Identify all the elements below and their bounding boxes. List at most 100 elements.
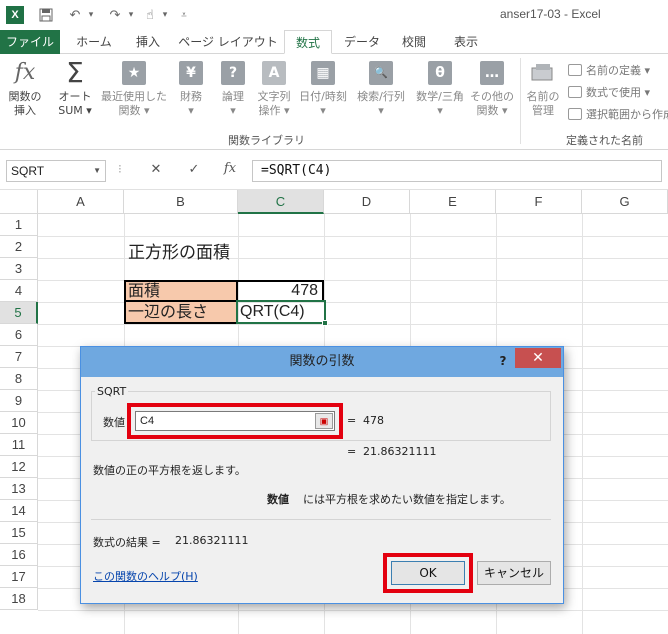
row-header-4[interactable]: 4 bbox=[0, 280, 38, 302]
dialog-title[interactable]: 関数の引数 bbox=[81, 347, 563, 377]
cell-b2-title[interactable]: 正方形の面積 bbox=[128, 238, 230, 263]
insert-function-button[interactable]: fx 関数の 挿入 bbox=[4, 58, 46, 118]
function-help-link[interactable]: この関数のヘルプ(H) bbox=[93, 568, 198, 584]
row-header-1[interactable]: 1 bbox=[0, 214, 38, 236]
fill-handle[interactable] bbox=[322, 320, 328, 326]
tab-home[interactable]: ホーム bbox=[66, 30, 122, 54]
touch-mode-icon[interactable]: ☝ bbox=[142, 5, 158, 25]
redo-icon[interactable]: ↷ bbox=[106, 5, 124, 25]
use-in-formula-button[interactable]: 数式で使用 ▾ bbox=[568, 84, 650, 100]
result-value: 21.86321111 bbox=[363, 445, 437, 458]
tag-icon bbox=[568, 64, 582, 76]
recent-label-2: 関数 ▾ bbox=[118, 104, 150, 117]
row-header-7[interactable]: 7 bbox=[0, 346, 38, 368]
star-glyph: ★ bbox=[122, 61, 146, 85]
row-header-15[interactable]: 15 bbox=[0, 522, 38, 544]
row-header-9[interactable]: 9 bbox=[0, 390, 38, 412]
coins-glyph: ¥ bbox=[179, 61, 203, 85]
math-trig-button[interactable]: θ 数学/三角 ▾ bbox=[412, 58, 468, 118]
question-glyph: ? bbox=[221, 61, 245, 85]
name-box[interactable]: SQRT ▼ bbox=[6, 160, 106, 182]
row-header-12[interactable]: 12 bbox=[0, 456, 38, 478]
lookup-button[interactable]: 🔍 検索/行列 ▾ bbox=[352, 58, 410, 118]
tab-view[interactable]: 表示 bbox=[444, 30, 488, 54]
column-header-d[interactable]: D bbox=[324, 190, 410, 214]
column-header-a[interactable]: A bbox=[38, 190, 124, 214]
column-header-f[interactable]: F bbox=[496, 190, 582, 214]
datetime-button[interactable]: ▦ 日付/時刻 ▾ bbox=[296, 58, 350, 118]
argument-equals: = bbox=[347, 414, 357, 427]
tab-page-layout[interactable]: ページ レイアウト bbox=[176, 30, 280, 54]
row-header-11[interactable]: 11 bbox=[0, 434, 38, 456]
cancel-button[interactable]: キャンセル bbox=[477, 561, 551, 585]
row-header-5[interactable]: 5 bbox=[0, 302, 38, 324]
theta-glyph: θ bbox=[428, 61, 452, 85]
tab-data[interactable]: データ bbox=[336, 30, 388, 54]
save-icon[interactable] bbox=[36, 5, 56, 25]
calendar-icon: ▦ bbox=[307, 58, 339, 88]
text-functions-button[interactable]: A 文字列 操作 ▾ bbox=[254, 58, 294, 118]
ribbon-tabs: ファイル ホーム 挿入 ページ レイアウト 数式 データ 校閲 表示 bbox=[0, 30, 668, 54]
column-header-g[interactable]: G bbox=[582, 190, 668, 214]
create-from-selection-label: 選択範囲から作成 bbox=[586, 108, 668, 121]
autosum-label-1: オート bbox=[58, 90, 92, 103]
formula-result-label: 数式の結果 = bbox=[93, 536, 161, 549]
row-header-14[interactable]: 14 bbox=[0, 500, 38, 522]
chevron-down-icon[interactable]: ▼ bbox=[93, 161, 101, 181]
calendar-glyph: ▦ bbox=[311, 61, 335, 85]
row-header-17[interactable]: 17 bbox=[0, 566, 38, 588]
row-header-13[interactable]: 13 bbox=[0, 478, 38, 500]
cell-c5-active[interactable]: QRT(C4) bbox=[236, 300, 326, 324]
title-bar: X ↶ ▾ ↷ ▾ ☝ ▾ ⩡ anser17-03 - Excel bbox=[0, 0, 668, 30]
more-functions-button[interactable]: … その他の 関数 ▾ bbox=[470, 58, 514, 118]
help-icon[interactable]: ? bbox=[493, 347, 513, 377]
window-title: anser17-03 - Excel bbox=[500, 7, 601, 21]
name-manager-button[interactable]: 名前の 管理 bbox=[522, 58, 564, 118]
cell-b5-label[interactable]: 一辺の長さ bbox=[124, 300, 238, 324]
row-header-3[interactable]: 3 bbox=[0, 258, 38, 280]
row-header-18[interactable]: 18 bbox=[0, 588, 38, 610]
argument-label: 数値 bbox=[103, 416, 125, 429]
define-name-button[interactable]: 名前の定義 ▾ bbox=[568, 62, 650, 78]
tab-file[interactable]: ファイル bbox=[0, 30, 60, 54]
insert-function-fx-button[interactable]: fx bbox=[220, 161, 240, 179]
cell-b4-label[interactable]: 面積 bbox=[124, 280, 238, 302]
create-from-selection-button[interactable]: 選択範囲から作成 bbox=[568, 106, 668, 122]
touch-dropdown-icon[interactable]: ▾ bbox=[160, 5, 170, 25]
column-header-e[interactable]: E bbox=[410, 190, 496, 214]
column-header-c[interactable]: C bbox=[238, 190, 324, 214]
autosum-button[interactable]: Σ オート SUM ▾ bbox=[54, 58, 96, 118]
undo-dropdown-icon[interactable]: ▾ bbox=[86, 5, 96, 25]
cancel-entry-button[interactable]: ✕ bbox=[146, 162, 166, 180]
tab-formulas[interactable]: 数式 bbox=[284, 30, 332, 54]
row-header-8[interactable]: 8 bbox=[0, 368, 38, 390]
confirm-entry-button[interactable]: ✓ bbox=[184, 162, 204, 180]
close-icon[interactable]: ✕ bbox=[515, 348, 561, 368]
logical-button[interactable]: ? 論理 ▾ bbox=[214, 58, 252, 118]
row-header-2[interactable]: 2 bbox=[0, 236, 38, 258]
gridline bbox=[38, 236, 668, 237]
tab-insert[interactable]: 挿入 bbox=[124, 30, 172, 54]
datetime-label-2: ▾ bbox=[320, 104, 326, 117]
sigma-icon: Σ bbox=[66, 56, 84, 89]
use-in-formula-label: 数式で使用 ▾ bbox=[586, 86, 651, 99]
tab-review[interactable]: 校閲 bbox=[392, 30, 436, 54]
customize-qat-icon[interactable]: ⩡ bbox=[178, 5, 190, 25]
formula-input[interactable]: =SQRT(C4) bbox=[252, 160, 662, 182]
undo-icon[interactable]: ↶ bbox=[66, 5, 84, 25]
redo-dropdown-icon[interactable]: ▾ bbox=[126, 5, 136, 25]
recent-functions-button[interactable]: ★ 最近使用した 関数 ▾ bbox=[98, 58, 170, 118]
insert-function-label-1: 関数の bbox=[8, 90, 42, 103]
cell-c4-value[interactable]: 478 bbox=[236, 280, 324, 302]
row-header-16[interactable]: 16 bbox=[0, 544, 38, 566]
formula-bar: SQRT ▼ ⁝ ✕ ✓ fx =SQRT(C4) bbox=[0, 150, 668, 190]
dialog-divider bbox=[91, 519, 551, 520]
highlight-argument-frame bbox=[127, 403, 343, 439]
column-header-b[interactable]: B bbox=[124, 190, 238, 214]
result-equals: = bbox=[347, 445, 357, 458]
financial-button[interactable]: ¥ 財務 ▾ bbox=[172, 58, 210, 118]
select-all-corner[interactable] bbox=[0, 190, 38, 214]
row-header-6[interactable]: 6 bbox=[0, 324, 38, 346]
row-header-10[interactable]: 10 bbox=[0, 412, 38, 434]
function-name-label: SQRT bbox=[95, 385, 129, 398]
